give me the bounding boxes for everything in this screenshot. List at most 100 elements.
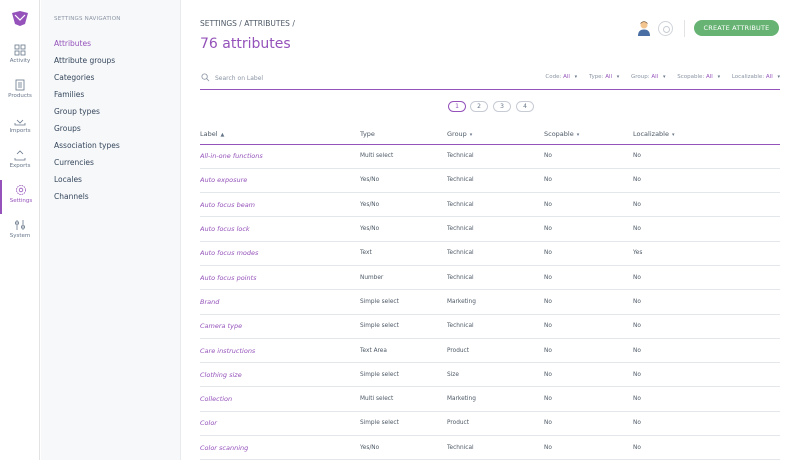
table-row[interactable]: Care instructions Text Area Product No No xyxy=(200,338,780,364)
cell-localizable: No xyxy=(633,362,780,388)
breadcrumb[interactable]: SETTINGS / ATTRIBUTES / xyxy=(200,19,295,28)
table-row[interactable]: Clothing size Simple select Size No No xyxy=(200,362,780,388)
cell-label[interactable]: Camera type xyxy=(200,314,360,339)
products-icon xyxy=(15,79,25,91)
table-row[interactable]: Color Simple select Product No No xyxy=(200,411,780,437)
akeneo-logo[interactable] xyxy=(11,9,29,27)
table-row[interactable]: Brand Simple select Marketing No No xyxy=(200,289,780,315)
cell-label[interactable]: Brand xyxy=(200,289,360,315)
cell-label[interactable]: Color scanning xyxy=(200,435,360,460)
cell-group: Product xyxy=(447,411,544,437)
cell-localizable: No xyxy=(633,216,780,242)
cell-group: Size xyxy=(447,362,544,388)
column-header-scopable[interactable]: Scopable ▾ xyxy=(544,124,633,145)
page-button-3[interactable]: 3 xyxy=(493,101,511,112)
cell-type: Yes/No xyxy=(360,216,447,242)
table-row[interactable]: Auto focus lock Yes/No Technical No No xyxy=(200,216,780,242)
column-header-localizable[interactable]: Localizable ▾ xyxy=(633,124,780,145)
chevron-down-icon: ▾ xyxy=(574,74,578,80)
settings-nav-locales[interactable]: Locales xyxy=(54,175,82,184)
filter-value: All xyxy=(651,74,659,80)
chevron-down-icon: ▾ xyxy=(671,131,675,138)
nav-system[interactable]: System xyxy=(0,215,40,249)
filter-group[interactable]: Group: All ▾ xyxy=(631,74,665,80)
cell-group: Marketing xyxy=(447,386,544,412)
settings-nav-attributes[interactable]: Attributes xyxy=(54,39,91,48)
settings-nav-association-types[interactable]: Association types xyxy=(54,141,120,150)
table-row[interactable]: Collection Multi select Marketing No No xyxy=(200,386,780,412)
filter-scopable[interactable]: Scopable: All ▾ xyxy=(677,74,720,80)
cell-label[interactable]: Care instructions xyxy=(200,338,360,364)
table-row[interactable]: Auto exposure Yes/No Technical No No xyxy=(200,168,780,194)
filter-name: Scopable xyxy=(677,74,703,80)
cell-type: Simple select xyxy=(360,362,447,388)
cell-type: Number xyxy=(360,265,447,291)
help-icon[interactable] xyxy=(658,21,673,36)
column-header-group[interactable]: Group ▾ xyxy=(447,124,544,145)
cell-type: Yes/No xyxy=(360,168,447,194)
column-header-text: Scopable xyxy=(544,129,574,138)
cell-group: Product xyxy=(447,338,544,364)
nav-exports[interactable]: Exports xyxy=(0,145,40,179)
nav-activity[interactable]: Activity xyxy=(0,40,40,74)
settings-nav-channels[interactable]: Channels xyxy=(54,192,89,201)
cell-label[interactable]: Auto focus points xyxy=(200,265,360,291)
header-divider xyxy=(684,20,685,37)
page-button-4[interactable]: 4 xyxy=(516,101,534,112)
cell-scopable: No xyxy=(544,192,633,218)
cell-localizable: No xyxy=(633,435,780,460)
table-row[interactable]: Camera type Simple select Technical No No xyxy=(200,314,780,339)
filter-name: Type xyxy=(588,74,602,80)
table-row[interactable]: Color scanning Yes/No Technical No No xyxy=(200,435,780,460)
settings-nav-currencies[interactable]: Currencies xyxy=(54,158,94,167)
settings-nav-group-types[interactable]: Group types xyxy=(54,107,100,116)
settings-nav-attribute-groups[interactable]: Attribute groups xyxy=(54,56,115,65)
cell-label[interactable]: All-in-one functions xyxy=(200,144,360,169)
page-button-2[interactable]: 2 xyxy=(470,101,488,112)
nav-imports[interactable]: Imports xyxy=(0,110,40,144)
filter-code[interactable]: Code: All ▾ xyxy=(545,74,577,80)
cell-localizable: No xyxy=(633,168,780,194)
cell-group: Technical xyxy=(447,144,544,169)
cell-localizable: No xyxy=(633,265,780,291)
settings-navigation: SETTINGS NAVIGATION Attributes Attribute… xyxy=(41,0,181,460)
cell-label[interactable]: Auto exposure xyxy=(200,168,360,194)
activity-icon xyxy=(14,44,26,56)
table-row[interactable]: Auto focus points Number Technical No No xyxy=(200,265,780,291)
user-avatar-icon[interactable] xyxy=(637,20,651,36)
page-button-1[interactable]: 1 xyxy=(448,101,466,112)
cell-scopable: No xyxy=(544,314,633,339)
cell-scopable: No xyxy=(544,386,633,412)
filter-type[interactable]: Type: All ▾ xyxy=(589,74,619,80)
nav-settings[interactable]: Settings xyxy=(0,180,40,214)
table-row[interactable]: All-in-one functions Multi select Technica… xyxy=(200,144,780,169)
table-row[interactable]: Auto focus beam Yes/No Technical No No xyxy=(200,192,780,218)
nav-label: Imports xyxy=(9,128,31,134)
cell-type: Multi select xyxy=(360,386,447,412)
chevron-down-icon: ▾ xyxy=(717,74,721,80)
cell-label[interactable]: Clothing size xyxy=(200,362,360,388)
cell-label[interactable]: Auto focus lock xyxy=(200,216,360,242)
settings-nav-categories[interactable]: Categories xyxy=(54,73,94,82)
filter-localizable[interactable]: Localizable: All ▾ xyxy=(732,74,780,80)
search-input[interactable] xyxy=(215,72,395,84)
table-row[interactable]: Auto focus modes Text Technical No Yes xyxy=(200,241,780,266)
settings-nav-groups[interactable]: Groups xyxy=(54,124,81,133)
column-header-label[interactable]: Label ▲ xyxy=(200,124,360,145)
cell-localizable: No xyxy=(633,144,780,169)
cell-label[interactable]: Auto focus beam xyxy=(200,192,360,218)
main-navigation: Activity Products Imports Exports Settin… xyxy=(0,0,40,460)
nav-products[interactable]: Products xyxy=(0,75,40,109)
cell-label[interactable]: Auto focus modes xyxy=(200,241,360,266)
filter-value: All xyxy=(706,74,713,80)
cell-group: Technical xyxy=(447,265,544,291)
cell-type: Yes/No xyxy=(360,192,447,218)
cell-scopable: No xyxy=(544,168,633,194)
cell-localizable: No xyxy=(633,386,780,412)
system-icon xyxy=(15,220,25,230)
settings-nav-families[interactable]: Families xyxy=(54,90,84,99)
cell-group: Technical xyxy=(447,216,544,242)
create-attribute-button[interactable]: CREATE ATTRIBUTE xyxy=(694,20,779,36)
cell-label[interactable]: Collection xyxy=(200,386,360,412)
cell-label[interactable]: Color xyxy=(200,411,360,437)
